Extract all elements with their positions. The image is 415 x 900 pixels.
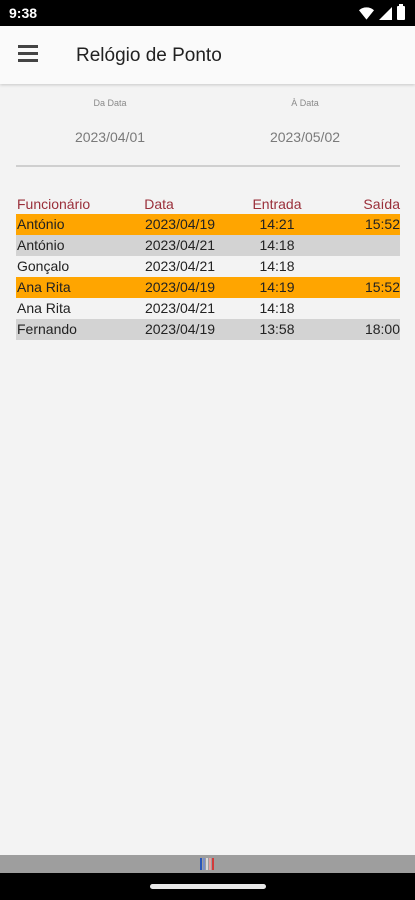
cell-employee: Gonçalo: [17, 258, 70, 274]
header-entry: Entrada: [252, 196, 302, 212]
cell-employee: Fernando: [17, 321, 77, 337]
signal-icon: [379, 6, 392, 20]
table-row[interactable]: Gonçalo 2023/04/21 14:18: [16, 256, 400, 277]
cell-entry: 14:18: [259, 300, 295, 316]
table-row[interactable]: António 2023/04/19 14:21 15:52: [16, 214, 400, 235]
header-employee: Funcionário: [17, 196, 91, 212]
battery-icon: [397, 4, 405, 20]
cell-date: 2023/04/19: [144, 321, 216, 337]
cell-date: 2023/04/21: [144, 300, 216, 316]
table-row[interactable]: António 2023/04/21 14:18: [16, 235, 400, 256]
cell-date: 2023/04/21: [144, 237, 216, 253]
from-date-field[interactable]: 2023/04/01: [15, 129, 205, 145]
to-date-label: À Data: [291, 98, 319, 108]
bottom-strip: [0, 855, 415, 873]
header-exit: Saída: [363, 196, 400, 212]
attendance-table: Funcionário Data Entrada Saída António 2…: [16, 194, 400, 340]
cell-employee: António: [17, 216, 65, 232]
cell-employee: Ana Rita: [17, 279, 71, 295]
status-time: 9:38: [9, 5, 38, 21]
cell-employee: Ana Rita: [17, 300, 71, 316]
cell-date: 2023/04/21: [144, 258, 216, 274]
table-row[interactable]: Ana Rita 2023/04/21 14:18: [16, 298, 400, 319]
cell-entry: 14:18: [259, 237, 295, 253]
cell-entry: 14:21: [259, 216, 295, 232]
cell-entry: 13:58: [259, 321, 295, 337]
divider: [16, 165, 400, 167]
table-row[interactable]: Ana Rita 2023/04/19 14:19 15:52: [16, 277, 400, 298]
app-bar: Relógio de Ponto: [0, 26, 415, 84]
page-title: Relógio de Ponto: [76, 45, 222, 66]
table-row[interactable]: Fernando 2023/04/19 13:58 18:00: [16, 319, 400, 340]
cell-exit: 18:00: [364, 321, 400, 337]
cell-employee: António: [17, 237, 65, 253]
home-gesture-bar[interactable]: [150, 884, 266, 889]
menu-icon[interactable]: [18, 45, 40, 63]
cell-date: 2023/04/19: [144, 279, 216, 295]
cell-exit: 15:52: [364, 279, 400, 295]
table-header: Funcionário Data Entrada Saída: [16, 194, 400, 214]
to-date-field[interactable]: 2023/05/02: [210, 129, 400, 145]
cell-exit: 15:52: [364, 216, 400, 232]
navigation-bar: [0, 873, 415, 900]
wifi-icon: [359, 6, 374, 20]
cell-date: 2023/04/19: [144, 216, 216, 232]
status-bar: 9:38: [0, 0, 415, 26]
status-icons: [359, 4, 405, 20]
cell-entry: 14:19: [259, 279, 295, 295]
cell-entry: 14:18: [259, 258, 295, 274]
flag-icon: [200, 858, 216, 870]
header-date: Data: [144, 196, 174, 212]
from-date-label: Da Data: [93, 98, 127, 108]
